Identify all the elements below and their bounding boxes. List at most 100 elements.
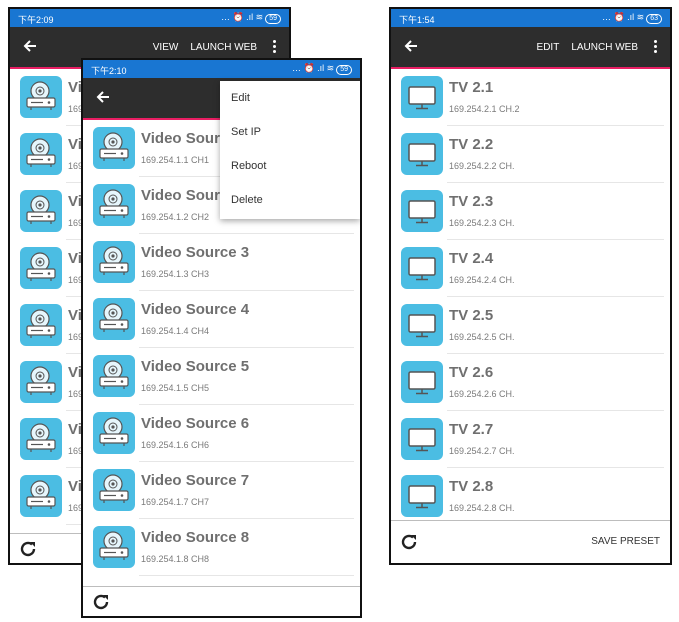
back-arrow-icon[interactable] [20, 36, 40, 56]
status-icons: … ⏰ .ıl ≋ 59 [221, 12, 281, 24]
media-player-icon [20, 418, 62, 460]
item-name: Video Source 5 [141, 358, 250, 375]
item-address-channel: 169.254.1.2 CH2 [141, 212, 210, 222]
item-name: TV 2.8 [449, 478, 494, 495]
display-row[interactable]: TV 2.2 169.254.2.2 CH. [391, 126, 670, 183]
save-preset-button[interactable]: SAVE PRESET [591, 536, 660, 547]
more-options-icon[interactable] [650, 37, 660, 57]
item-name: TV 2.6 [449, 364, 494, 381]
item-address-channel: 169.254.1.7 CH7 [141, 497, 210, 507]
menu-item-reboot[interactable]: Reboot [220, 149, 360, 183]
phone-screen-sources-menu: 下午2:10 … ⏰ .ıl ≋ 59 Video Source 1 169.254… [81, 58, 362, 618]
view-button[interactable]: VIEW [153, 42, 179, 53]
display-row[interactable]: TV 2.8 169.254.2.8 CH. [391, 468, 670, 519]
item-address-channel: 169.254.2.2 CH. [449, 161, 515, 171]
status-time: 下午1:54 [399, 15, 435, 25]
item-address-channel: 169.254.1.3 CH3 [141, 269, 210, 279]
display-row[interactable]: TV 2.1 169.254.2.1 CH.2 [391, 69, 670, 126]
monitor-icon [401, 190, 443, 232]
monitor-icon [401, 418, 443, 460]
monitor-icon [401, 361, 443, 403]
item-address-channel: 169.254.1.8 CH8 [141, 554, 210, 564]
item-address-channel: 169.254.2.5 CH. [449, 332, 515, 342]
monitor-icon [401, 247, 443, 289]
status-time: 下午2:10 [91, 66, 127, 76]
video-source-row[interactable]: Video Source 7 169.254.1.7 CH7 [83, 462, 360, 519]
row-divider [139, 575, 354, 576]
status-indicators: … ⏰ .ıl ≋ [601, 12, 645, 22]
video-source-row[interactable]: Video Source 4 169.254.1.4 CH4 [83, 291, 360, 348]
monitor-icon [401, 76, 443, 118]
video-source-row[interactable]: Video Source 6 169.254.1.6 CH6 [83, 405, 360, 462]
media-player-icon [93, 184, 135, 226]
media-player-icon [20, 133, 62, 175]
battery-icon: 59 [336, 65, 352, 75]
menu-item-delete[interactable]: Delete [220, 183, 360, 217]
item-address-channel: 169.254.1.6 CH6 [141, 440, 210, 450]
media-player-icon [93, 127, 135, 169]
item-name: TV 2.5 [449, 307, 494, 324]
display-row[interactable]: TV 2.6 169.254.2.6 CH. [391, 354, 670, 411]
item-name: TV 2.4 [449, 250, 494, 267]
launch-web-button[interactable]: LAUNCH WEB [190, 42, 257, 53]
refresh-icon[interactable] [18, 539, 38, 559]
status-bar: 下午2:10 … ⏰ .ıl ≋ 59 [83, 60, 360, 78]
status-time: 下午2:09 [18, 15, 54, 25]
media-player-icon [93, 469, 135, 511]
status-indicators: … ⏰ .ıl ≋ [220, 12, 264, 22]
video-source-row[interactable]: Video Source 8 169.254.1.8 CH8 [83, 519, 360, 576]
item-name: Video Source 6 [141, 415, 250, 432]
menu-item-set-ip[interactable]: Set IP [220, 115, 360, 149]
bottom-bar [83, 586, 360, 616]
item-address-channel: 169.254.2.7 CH. [449, 446, 515, 456]
monitor-icon [401, 304, 443, 346]
media-player-icon [20, 190, 62, 232]
media-player-icon [93, 355, 135, 397]
item-address-channel: 169.254.2.8 CH. [449, 503, 515, 513]
item-name: TV 2.3 [449, 193, 494, 210]
item-address-channel: 169.254.2.4 CH. [449, 275, 515, 285]
refresh-icon[interactable] [91, 592, 111, 612]
item-address-channel: 169.254.2.1 CH.2 [449, 104, 520, 114]
media-player-icon [20, 361, 62, 403]
bottom-bar: SAVE PRESET [391, 520, 670, 563]
media-player-icon [20, 247, 62, 289]
app-bar: EDIT LAUNCH WEB [391, 27, 670, 67]
display-row[interactable]: TV 2.5 169.254.2.5 CH. [391, 297, 670, 354]
overflow-menu: Edit Set IP Reboot Delete [220, 81, 360, 219]
back-arrow-icon[interactable] [401, 36, 421, 56]
item-address-channel: 169.254.1.4 CH4 [141, 326, 210, 336]
item-name: Video Source 3 [141, 244, 250, 261]
item-name: TV 2.2 [449, 136, 494, 153]
status-icons: … ⏰ .ıl ≋ 59 [292, 63, 352, 75]
media-player-icon [20, 304, 62, 346]
battery-icon: 59 [265, 14, 281, 24]
battery-icon: 63 [646, 14, 662, 24]
refresh-icon[interactable] [399, 532, 419, 552]
launch-web-button[interactable]: LAUNCH WEB [571, 42, 638, 53]
media-player-icon [93, 298, 135, 340]
item-address-channel: 169.254.2.3 CH. [449, 218, 515, 228]
display-row[interactable]: TV 2.4 169.254.2.4 CH. [391, 240, 670, 297]
item-address-channel: 169.254.2.6 CH. [449, 389, 515, 399]
item-address-channel: 169.254.1.5 CH5 [141, 383, 210, 393]
monitor-icon [401, 475, 443, 517]
more-options-icon[interactable] [269, 37, 279, 57]
item-name: Video Source 8 [141, 529, 250, 546]
menu-item-edit[interactable]: Edit [220, 81, 360, 115]
item-name: TV 2.1 [449, 79, 494, 96]
back-arrow-icon[interactable] [93, 87, 113, 107]
display-row[interactable]: TV 2.3 169.254.2.3 CH. [391, 183, 670, 240]
media-player-icon [93, 241, 135, 283]
edit-button[interactable]: EDIT [537, 42, 560, 53]
display-row[interactable]: TV 2.7 169.254.2.7 CH. [391, 411, 670, 468]
video-source-row[interactable]: Video Source 5 169.254.1.5 CH5 [83, 348, 360, 405]
video-source-row[interactable]: Video Source 3 169.254.1.3 CH3 [83, 234, 360, 291]
status-indicators: … ⏰ .ıl ≋ [291, 63, 335, 73]
display-list: TV 2.1 169.254.2.1 CH.2 TV 2.2 169.254.2.2 … [391, 69, 670, 519]
phone-screen-displays: 下午1:54 … ⏰ .ıl ≋ 63 EDIT LAUNCH WEB TV 2.… [389, 7, 672, 565]
status-bar: 下午1:54 … ⏰ .ıl ≋ 63 [391, 9, 670, 27]
media-player-icon [93, 526, 135, 568]
media-player-icon [20, 475, 62, 517]
media-player-icon [20, 76, 62, 118]
